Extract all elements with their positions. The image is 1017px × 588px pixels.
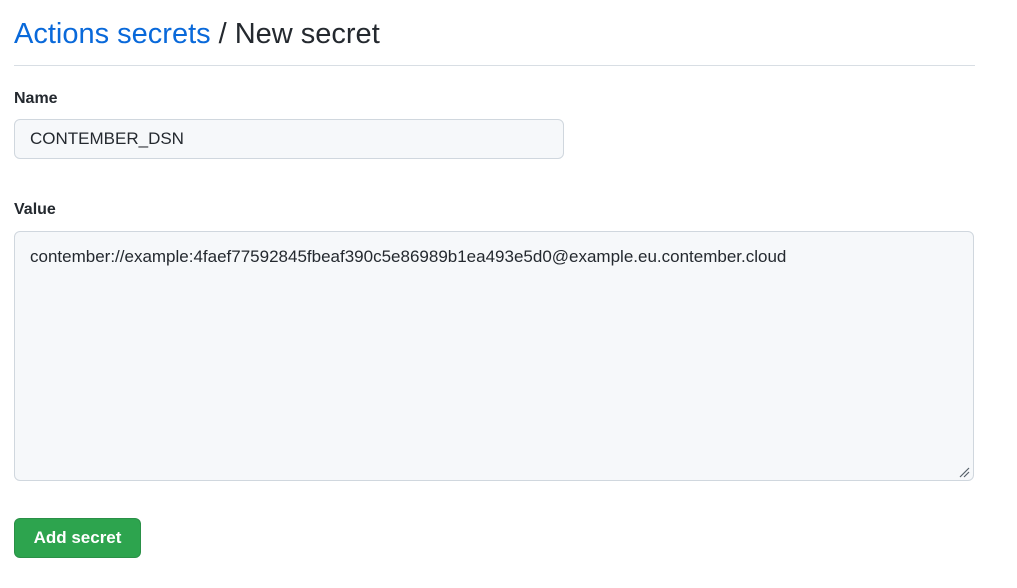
breadcrumb: Actions secrets / New secret	[14, 14, 975, 54]
page-title: New secret	[234, 18, 380, 50]
page-header: Actions secrets / New secret	[14, 14, 975, 66]
breadcrumb-actions-secrets-link[interactable]: Actions secrets	[14, 18, 211, 50]
name-label: Name	[14, 90, 58, 107]
secret-value-textarea[interactable]: contember://example:4faef77592845fbeaf39…	[14, 231, 974, 481]
secret-name-input[interactable]	[14, 119, 564, 159]
value-label: Value	[14, 201, 56, 218]
new-secret-page: Actions secrets/New secret Name Value co…	[0, 0, 1017, 588]
add-secret-button[interactable]: Add secret	[14, 518, 141, 558]
breadcrumb-separator: /	[218, 18, 227, 50]
resize-grip-icon[interactable]	[958, 466, 970, 478]
